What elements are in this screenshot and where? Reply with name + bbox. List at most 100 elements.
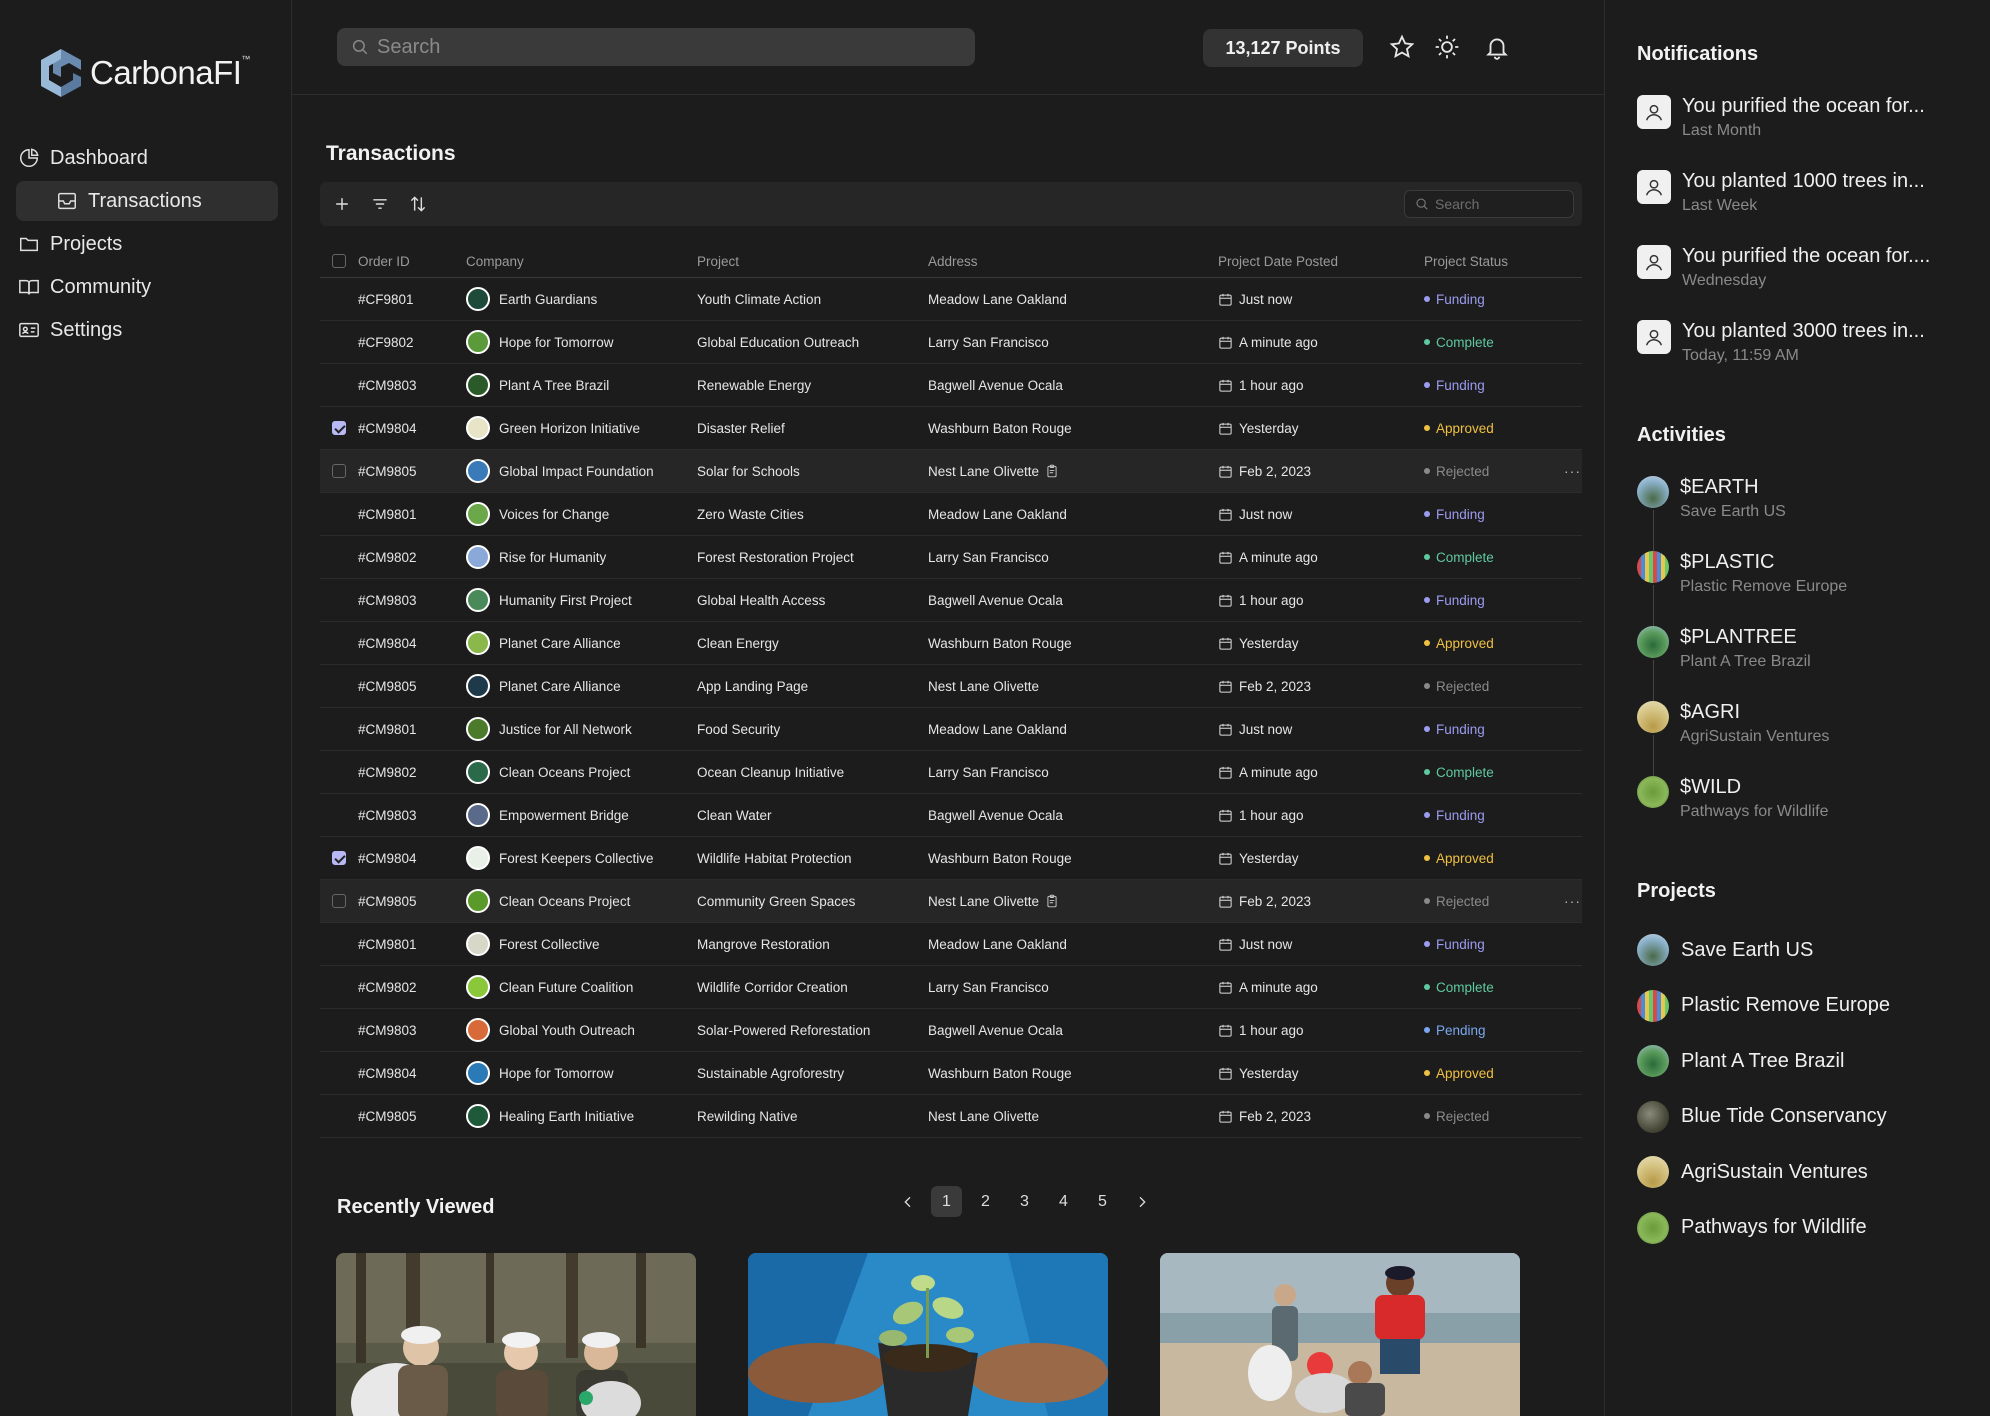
add-icon[interactable]	[330, 192, 354, 216]
next-page-icon[interactable]	[1126, 1186, 1157, 1217]
page-button[interactable]: 1	[931, 1186, 962, 1217]
project-item[interactable]: Plant A Tree Brazil	[1637, 1045, 1844, 1077]
column-header[interactable]: Project	[697, 254, 928, 269]
page-button[interactable]: 4	[1048, 1186, 1079, 1217]
address: Larry San Francisco	[928, 549, 1049, 565]
table-row[interactable]: #CM9805 Global Impact Foundation Solar for…	[320, 450, 1582, 493]
company-name: Rise for Humanity	[499, 549, 607, 565]
address-cell: Bagwell Avenue Ocala	[928, 378, 1218, 393]
table-row[interactable]: #CM9802 Clean Future Coalition Wildlife Co…	[320, 966, 1582, 1009]
table-row[interactable]: #CF9802 Hope for Tomorrow Global Education…	[320, 321, 1582, 364]
table-row[interactable]: #CM9803 Humanity First Project Global Heal…	[320, 579, 1582, 622]
date-cell: Just now	[1218, 507, 1424, 522]
page-button[interactable]: 3	[1009, 1186, 1040, 1217]
page-button[interactable]: 5	[1087, 1186, 1118, 1217]
table-search-input[interactable]	[1435, 196, 1565, 212]
table-row[interactable]: #CM9801 Justice for All Network Food Secur…	[320, 708, 1582, 751]
clipboard-icon[interactable]	[1045, 464, 1059, 478]
table-row[interactable]: #CM9805 Healing Earth Initiative Rewilding…	[320, 1095, 1582, 1138]
table-row[interactable]: #CM9803 Global Youth Outreach Solar-Powere…	[320, 1009, 1582, 1052]
table-row[interactable]: #CM9803 Plant A Tree Brazil Renewable Ener…	[320, 364, 1582, 407]
company-cell: Humanity First Project	[466, 588, 697, 612]
column-header[interactable]: Order ID	[358, 254, 466, 269]
recently-viewed-card[interactable]	[336, 1253, 696, 1416]
more-icon[interactable]: ···	[1564, 893, 1582, 909]
table-row[interactable]: #CM9805 Planet Care Alliance App Landing P…	[320, 665, 1582, 708]
table-row[interactable]: #CM9802 Rise for Humanity Forest Restorati…	[320, 536, 1582, 579]
table-row[interactable]: #CM9805 Clean Oceans Project Community Gre…	[320, 880, 1582, 923]
row-checkbox[interactable]	[332, 464, 346, 478]
global-search[interactable]	[337, 28, 975, 66]
nav-item-dashboard[interactable]: Dashboard	[16, 138, 278, 178]
project-item[interactable]: Save Earth US	[1637, 934, 1813, 966]
table-search[interactable]	[1404, 190, 1574, 218]
user-icon	[1637, 170, 1671, 204]
sort-icon[interactable]	[406, 192, 430, 216]
bell-icon[interactable]	[1482, 32, 1512, 62]
order-id: #CM9803	[358, 592, 417, 608]
activity-item[interactable]: $WILD Pathways for Wildlife	[1637, 776, 1829, 821]
recently-viewed-card[interactable]	[748, 1253, 1108, 1416]
column-header[interactable]: Project Status	[1424, 254, 1564, 269]
notification-text: You planted 3000 trees in...	[1682, 320, 1925, 342]
activity-avatar	[1637, 626, 1669, 658]
company-cell: Forest Collective	[466, 932, 697, 956]
column-header[interactable]: Address	[928, 254, 1218, 269]
table-row[interactable]: #CF9801 Earth Guardians Youth Climate Acti…	[320, 278, 1582, 321]
notification-item[interactable]: You purified the ocean for... Last Month	[1637, 95, 1925, 140]
logo[interactable]: CarbonaFI™	[36, 46, 250, 100]
checkbox-cell	[320, 851, 358, 865]
nav-item-settings[interactable]: Settings	[16, 310, 278, 350]
table-row[interactable]: #CM9804 Green Horizon Initiative Disaster …	[320, 407, 1582, 450]
table-row[interactable]: #CM9801 Voices for Change Zero Waste Citie…	[320, 493, 1582, 536]
search-icon	[352, 39, 368, 55]
project-item[interactable]: Plastic Remove Europe	[1637, 989, 1890, 1022]
row-checkbox[interactable]	[332, 421, 346, 435]
table-row[interactable]: #CM9803 Empowerment Bridge Clean Water Bagw…	[320, 794, 1582, 837]
project-name: App Landing Page	[697, 678, 809, 694]
row-checkbox[interactable]	[332, 851, 346, 865]
activity-item[interactable]: $AGRI AgriSustain Ventures	[1637, 701, 1829, 746]
column-header[interactable]: Company	[466, 254, 697, 269]
clipboard-icon[interactable]	[1045, 894, 1059, 908]
notification-item[interactable]: You planted 3000 trees in... Today, 11:59…	[1637, 320, 1925, 365]
nav-item-community[interactable]: Community	[16, 267, 278, 307]
star-icon[interactable]	[1387, 32, 1417, 62]
project-item[interactable]: AgriSustain Ventures	[1637, 1156, 1868, 1188]
table-row[interactable]: #CM9802 Clean Oceans Project Ocean Cleanup…	[320, 751, 1582, 794]
table-row[interactable]: #CM9804 Forest Keepers Collective Wildlife…	[320, 837, 1582, 880]
row-checkbox[interactable]	[332, 894, 346, 908]
project-item[interactable]: Pathways for Wildlife	[1637, 1211, 1867, 1244]
company-cell: Empowerment Bridge	[466, 803, 697, 827]
table-row[interactable]: #CM9804 Hope for Tomorrow Sustainable Agro…	[320, 1052, 1582, 1095]
company-name: Clean Future Coalition	[499, 979, 634, 995]
points-badge[interactable]: 13,127 Points	[1203, 29, 1363, 67]
column-header[interactable]: Project Date Posted	[1218, 254, 1424, 269]
table-row[interactable]: #CM9804 Planet Care Alliance Clean Energy W…	[320, 622, 1582, 665]
recently-viewed-card[interactable]	[1160, 1253, 1520, 1416]
activity-item[interactable]: $EARTH Save Earth US	[1637, 476, 1786, 521]
calendar-icon	[1218, 464, 1233, 479]
nav-label: Settings	[50, 318, 123, 341]
global-search-input[interactable]	[377, 35, 957, 59]
more-icon[interactable]: ···	[1564, 463, 1582, 479]
company-name: Clean Oceans Project	[499, 893, 631, 909]
sun-icon[interactable]	[1432, 32, 1462, 62]
select-all-checkbox[interactable]	[332, 254, 346, 268]
page-button[interactable]: 2	[970, 1186, 1001, 1217]
project-name: Disaster Relief	[697, 420, 785, 436]
filter-icon[interactable]	[368, 192, 392, 216]
nav-item-transactions[interactable]: Transactions	[16, 181, 278, 221]
activity-item[interactable]: $PLANTREE Plant A Tree Brazil	[1637, 626, 1811, 671]
activity-item[interactable]: $PLASTIC Plastic Remove Europe	[1637, 551, 1847, 596]
project-item[interactable]: Blue Tide Conservancy	[1637, 1100, 1887, 1133]
prev-page-icon[interactable]	[892, 1186, 923, 1217]
date-posted: A minute ago	[1239, 764, 1318, 780]
table-row[interactable]: #CM9801 Forest Collective Mangrove Restora…	[320, 923, 1582, 966]
notification-item[interactable]: You purified the ocean for.... Wednesday	[1637, 245, 1930, 290]
activity-avatar	[1637, 551, 1669, 583]
pie-chart-icon	[16, 145, 42, 171]
nav-item-projects[interactable]: Projects	[16, 224, 278, 264]
address: Nest Lane Olivette	[928, 1108, 1040, 1124]
notification-item[interactable]: You planted 1000 trees in... Last Week	[1637, 170, 1925, 215]
